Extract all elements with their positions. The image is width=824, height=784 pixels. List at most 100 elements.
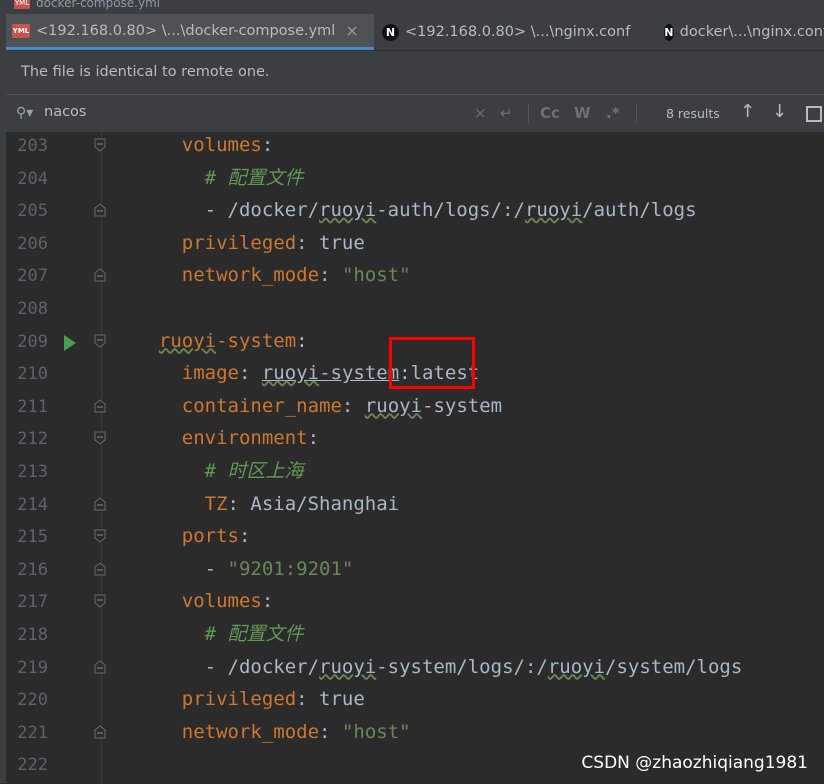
whole-words-button[interactable]: W [574,104,591,122]
code-text: TZ: Asia/Shanghai [204,492,400,515]
banner-text: The file is identical to remote one. [21,64,270,80]
tab-nginx-conf-local[interactable]: N docker\...\nginx.conf [658,14,824,50]
run-icon[interactable] [64,334,76,351]
line-number: 206 [17,233,48,254]
code-text: privileged: true [181,231,365,254]
line-number: 210 [17,364,48,385]
line-number: 220 [17,690,48,711]
nginx-icon: N [664,23,674,41]
previous-occurrence-icon[interactable]: ↑ [740,101,755,122]
code-text: volumes: [181,134,274,156]
line-number: 218 [17,625,48,645]
code-line[interactable]: 220 privileged: true [6,686,824,719]
code-text: # 配置文件 [204,166,304,189]
yml-file-icon: YML [14,0,30,9]
line-number: 214 [17,494,48,515]
close-icon[interactable]: × [345,21,358,40]
code-text: privileged: true [181,688,365,711]
line-number: 209 [17,331,48,352]
search-results-count: 8 results [666,106,720,121]
code-line[interactable]: 213 # 时区上海 [6,458,824,491]
code-line[interactable]: 215 ports: [6,523,824,556]
line-number: 213 [17,462,48,482]
fold-start-icon[interactable] [94,431,106,446]
nginx-icon: N [382,23,399,41]
match-case-button[interactable]: Cc [540,104,560,122]
code-text: environment: [181,427,320,450]
line-number: 216 [17,559,48,580]
code-text: - /docker/ruoyi-auth/logs/:/ruoyi/auth/l… [204,199,697,222]
code-line[interactable]: 204 # 配置文件 [6,165,824,198]
code-text: network_mode: "host" [181,720,411,743]
line-number: 211 [17,396,48,417]
yml-file-icon: YML [12,23,30,38]
line-number: 221 [17,722,48,743]
code-text: volumes: [181,590,274,613]
code-line[interactable]: 214 TZ: Asia/Shanghai [6,491,824,524]
red-highlight-box [389,337,475,389]
tab-label: docker\...\nginx.conf [679,24,824,40]
new-line-icon[interactable]: ↵ [500,104,513,122]
fold-end-icon[interactable] [94,496,106,511]
code-line[interactable]: 217 volumes: [6,588,824,621]
line-number: 212 [17,429,48,450]
regex-button[interactable]: .* [606,104,620,122]
fold-end-icon[interactable] [94,725,106,739]
filter-icon[interactable] [806,106,822,122]
line-number: 222 [17,755,48,776]
line-number: 208 [17,299,48,319]
editor-tabs: YML <192.168.0.80> \...\docker-compose.y… [6,14,824,51]
line-number: 203 [17,136,48,156]
line-number: 219 [17,657,48,678]
code-editor[interactable]: 203 volumes: 204 # 配置文件 205 - /docker/ruoy… [6,132,824,783]
tab-nginx-conf-remote[interactable]: N <192.168.0.80> \...\nginx.conf [376,14,656,50]
line-number: 205 [17,201,48,222]
next-occurrence-icon[interactable]: ↓ [772,101,787,122]
fold-end-icon[interactable] [94,399,106,413]
line-number: 217 [17,592,48,613]
line-number: 215 [17,527,48,548]
fold-end-icon[interactable] [94,203,106,217]
separator [528,103,529,123]
code-text: - /docker/ruoyi-system/logs/:/ruoyi/syst… [204,655,743,678]
code-text: network_mode: "host" [181,264,411,287]
tab-label: <192.168.0.80> \...\nginx.conf [405,24,631,40]
search-icon[interactable]: ⚲▾ [16,105,33,121]
window-title-bar: YML docker-compose.yml [6,0,824,14]
clear-search-icon[interactable]: × [474,104,487,122]
code-text: ports: [181,525,251,548]
code-text: # 时区上海 [204,460,304,482]
code-text: - "9201:9201" [204,557,354,580]
fold-start-icon[interactable] [94,594,106,609]
watermark: CSDN @zhaozhiqiang1981 [581,753,808,773]
code-text: # 配置文件 [204,623,304,645]
code-line[interactable]: 207 network_mode: "host" [6,262,824,295]
code-line[interactable]: 205 - /docker/ruoyi-auth/logs/:/ruoyi/au… [6,197,824,230]
fold-end-icon[interactable] [94,562,106,576]
code-line[interactable]: 216 - "9201:9201" [6,556,824,589]
tab-docker-compose[interactable]: YML <192.168.0.80> \...\docker-compose.y… [6,14,374,50]
fold-end-icon[interactable] [94,659,106,674]
fold-start-icon[interactable] [94,334,106,348]
notification-banner: The file is identical to remote one. [6,51,824,94]
tab-label: <192.168.0.80> \...\docker-compose.yml [36,22,336,39]
fold-end-icon[interactable] [94,268,106,282]
separator [636,103,637,123]
code-text: container_name: ruoyi-system [181,394,503,417]
code-line[interactable]: 211 container_name: ruoyi-system [6,393,824,426]
code-line[interactable]: 219 - /docker/ruoyi-system/logs/:/ruoyi/… [6,654,824,687]
fold-start-icon[interactable] [94,138,106,152]
search-input[interactable]: nacos [44,104,86,120]
code-line[interactable]: 206 privileged: true [6,230,824,263]
code-line[interactable]: 221 network_mode: "host" [6,719,824,752]
line-number: 204 [17,168,48,189]
code-text: ruoyi-system: [158,329,308,352]
fold-start-icon[interactable] [94,529,106,543]
code-line[interactable]: 203 volumes: [6,132,824,165]
find-bar: ⚲▾ nacos × ↵ Cc W .* 8 results ↑ ↓ [6,94,824,133]
window-title: docker-compose.yml [36,0,161,10]
code-line[interactable]: 218 # 配置文件 [6,621,824,654]
code-line[interactable]: 212 environment: [6,425,824,458]
code-line[interactable]: 208 [6,295,824,328]
line-number: 207 [17,266,48,287]
